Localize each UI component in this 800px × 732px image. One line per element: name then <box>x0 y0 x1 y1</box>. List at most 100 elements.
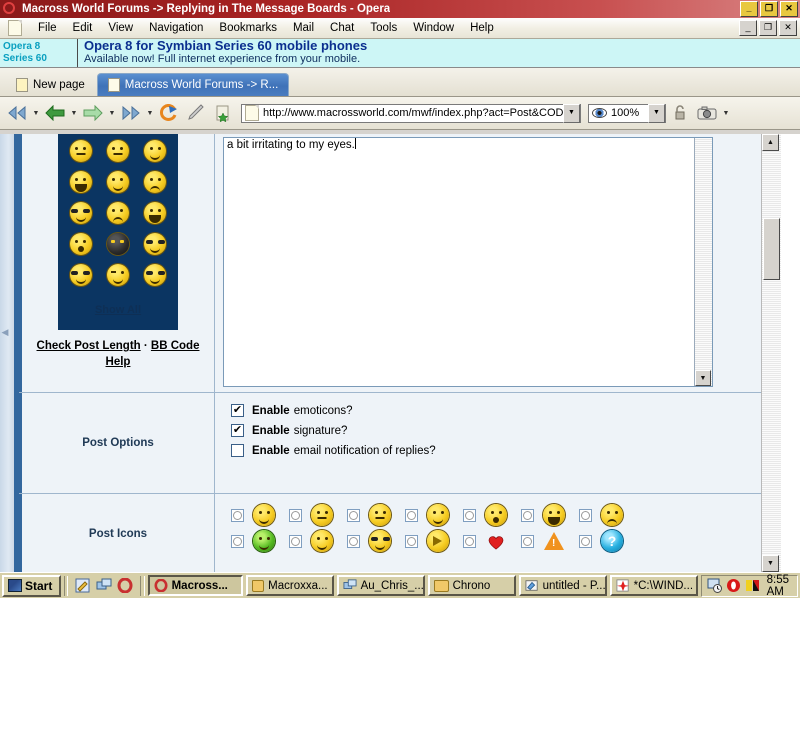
mdi-close-button[interactable]: ✕ <box>779 20 797 36</box>
check-post-length-link[interactable]: Check Post Length <box>37 340 141 352</box>
radio-button[interactable] <box>347 534 360 548</box>
forward-icon[interactable] <box>80 100 106 126</box>
edit-icon[interactable] <box>183 100 209 126</box>
menu-item-help[interactable]: Help <box>462 21 502 35</box>
scrollbar-thumb[interactable] <box>763 218 780 280</box>
taskbar-button-untitled-paint[interactable]: untitled - P... <box>518 575 607 596</box>
post-icon-option-puppy-eyes[interactable] <box>289 530 333 552</box>
radio-button[interactable] <box>521 508 534 522</box>
menu-item-view[interactable]: View <box>100 21 141 35</box>
radio-button[interactable] <box>463 508 476 522</box>
option-enable-email-notification[interactable]: Enable email notification of replies? <box>231 444 762 457</box>
emoticon-crazy[interactable] <box>69 264 92 286</box>
post-icon-option-cool[interactable] <box>347 530 391 552</box>
menu-item-file[interactable]: File <box>30 21 65 35</box>
emoticon-sad[interactable] <box>106 202 129 224</box>
radio-button[interactable] <box>579 534 592 548</box>
post-icon-option-question[interactable] <box>579 530 623 552</box>
taskbar-button-au-chris[interactable]: Au_Chris_... <box>336 575 425 596</box>
close-button[interactable]: ✕ <box>780 1 798 17</box>
emoticon-neutral[interactable] <box>106 140 129 162</box>
post-icon-option-warning[interactable] <box>521 530 565 552</box>
fast-forward-dropdown-icon[interactable]: ▼ <box>145 101 155 125</box>
network-icon[interactable] <box>96 578 112 593</box>
menu-item-tools[interactable]: Tools <box>362 21 405 35</box>
post-icon-option-rolleyes[interactable] <box>289 504 333 526</box>
bookmark-icon[interactable] <box>210 100 236 126</box>
fast-forward-icon[interactable] <box>118 100 144 126</box>
radio-button[interactable] <box>289 508 302 522</box>
radio-button[interactable] <box>579 508 592 522</box>
option-enable-signature[interactable]: ✔ Enable signature? <box>231 424 762 437</box>
opera-ad-banner[interactable]: Opera 8 Series 60 Opera 8 for Symbian Se… <box>0 39 800 68</box>
mdi-restore-button[interactable]: ❐ <box>759 20 777 36</box>
taskbar-clock[interactable]: 8:55 AM <box>764 574 792 598</box>
display-icon[interactable] <box>745 578 760 593</box>
textarea-scrollbar[interactable]: ▼ <box>694 138 712 386</box>
taskbar-button-macroxxa[interactable]: Macroxxa... <box>245 575 334 596</box>
option-enable-emoticons[interactable]: ✔ Enable emoticons? <box>231 404 762 417</box>
radio-button[interactable] <box>231 508 244 522</box>
emoticon-wink[interactable] <box>106 264 129 286</box>
mdi-minimize-button[interactable]: _ <box>739 20 757 36</box>
menu-item-navigation[interactable]: Navigation <box>141 21 211 35</box>
textarea-scroll-down-icon[interactable]: ▼ <box>695 370 711 386</box>
scroll-down-icon[interactable]: ▼ <box>762 555 779 572</box>
checkbox-enable-signature[interactable]: ✔ <box>231 424 244 437</box>
back-dropdown-icon[interactable]: ▼ <box>69 101 79 125</box>
emoticon-tongue[interactable] <box>106 171 129 193</box>
rewind-dropdown-icon[interactable]: ▼ <box>31 101 41 125</box>
post-icon-option-angry[interactable] <box>579 504 623 526</box>
tab-new-page[interactable]: New page <box>6 74 95 96</box>
url-dropdown-icon[interactable]: ▼ <box>563 103 580 123</box>
minimize-button[interactable]: _ <box>740 1 758 17</box>
emoticon-smirk[interactable] <box>69 140 92 162</box>
maximize-button[interactable]: ❐ <box>760 1 778 17</box>
taskbar-button-macross[interactable]: Macross... <box>147 575 243 596</box>
radio-button[interactable] <box>405 534 418 548</box>
reload-icon[interactable] <box>156 100 182 126</box>
menu-item-bookmarks[interactable]: Bookmarks <box>211 21 285 35</box>
radio-button[interactable] <box>231 534 244 548</box>
emoticon-angry[interactable] <box>144 171 167 193</box>
scroll-up-icon[interactable]: ▲ <box>762 134 779 151</box>
camera-dropdown-icon[interactable]: ▼ <box>721 101 731 125</box>
post-icon-option-sleepy[interactable] <box>347 504 391 526</box>
zoom-control[interactable]: 100% ▼ <box>588 103 666 123</box>
menu-item-window[interactable]: Window <box>405 21 462 35</box>
emoticon-rolleyes[interactable] <box>69 202 92 224</box>
radio-button[interactable] <box>289 534 302 548</box>
taskbar-button-chrono[interactable]: Chrono <box>427 575 516 596</box>
post-icon-option-smile[interactable] <box>231 504 275 526</box>
back-icon[interactable] <box>42 100 68 126</box>
opera-tray-icon[interactable] <box>726 578 741 593</box>
show-all-emoticons-link[interactable]: Show All <box>58 304 178 316</box>
forward-dropdown-icon[interactable]: ▼ <box>107 101 117 125</box>
panel-expand-handle[interactable]: ◀ <box>1 324 9 340</box>
start-button[interactable]: Start <box>2 574 62 597</box>
post-icon-option-sick[interactable] <box>231 530 275 552</box>
radio-button[interactable] <box>463 534 476 548</box>
menu-item-edit[interactable]: Edit <box>65 21 101 35</box>
opera-side-panel-strip[interactable]: ◀ <box>0 134 14 572</box>
checkbox-enable-emoticons[interactable]: ✔ <box>231 404 244 417</box>
emoticon-laugh[interactable] <box>69 171 92 193</box>
tab-macross-world-forums[interactable]: Macross World Forums -> R... <box>96 73 290 96</box>
emoticon-happy-eyes[interactable] <box>144 233 167 255</box>
emoticon-smile[interactable] <box>144 140 167 162</box>
padlock-icon[interactable] <box>667 100 693 126</box>
address-bar[interactable]: http://www.macrossworld.com/mwf/index.ph… <box>241 103 581 123</box>
radio-button[interactable] <box>405 508 418 522</box>
camera-icon[interactable] <box>694 100 720 126</box>
menu-item-mail[interactable]: Mail <box>285 21 322 35</box>
zoom-dropdown-icon[interactable]: ▼ <box>648 103 665 123</box>
rewind-icon[interactable] <box>4 100 30 126</box>
scheduler-icon[interactable] <box>707 578 722 593</box>
post-icon-option-smirk[interactable] <box>405 504 449 526</box>
menu-item-chat[interactable]: Chat <box>322 21 362 35</box>
emoticon-grin[interactable] <box>144 202 167 224</box>
emoticon-panel[interactable]: Show All <box>58 134 178 330</box>
emoticon-ninja[interactable] <box>106 233 129 255</box>
taskbar-button-windows-file[interactable]: *C:\WIND... <box>609 575 698 596</box>
notepad-icon[interactable] <box>75 578 91 593</box>
